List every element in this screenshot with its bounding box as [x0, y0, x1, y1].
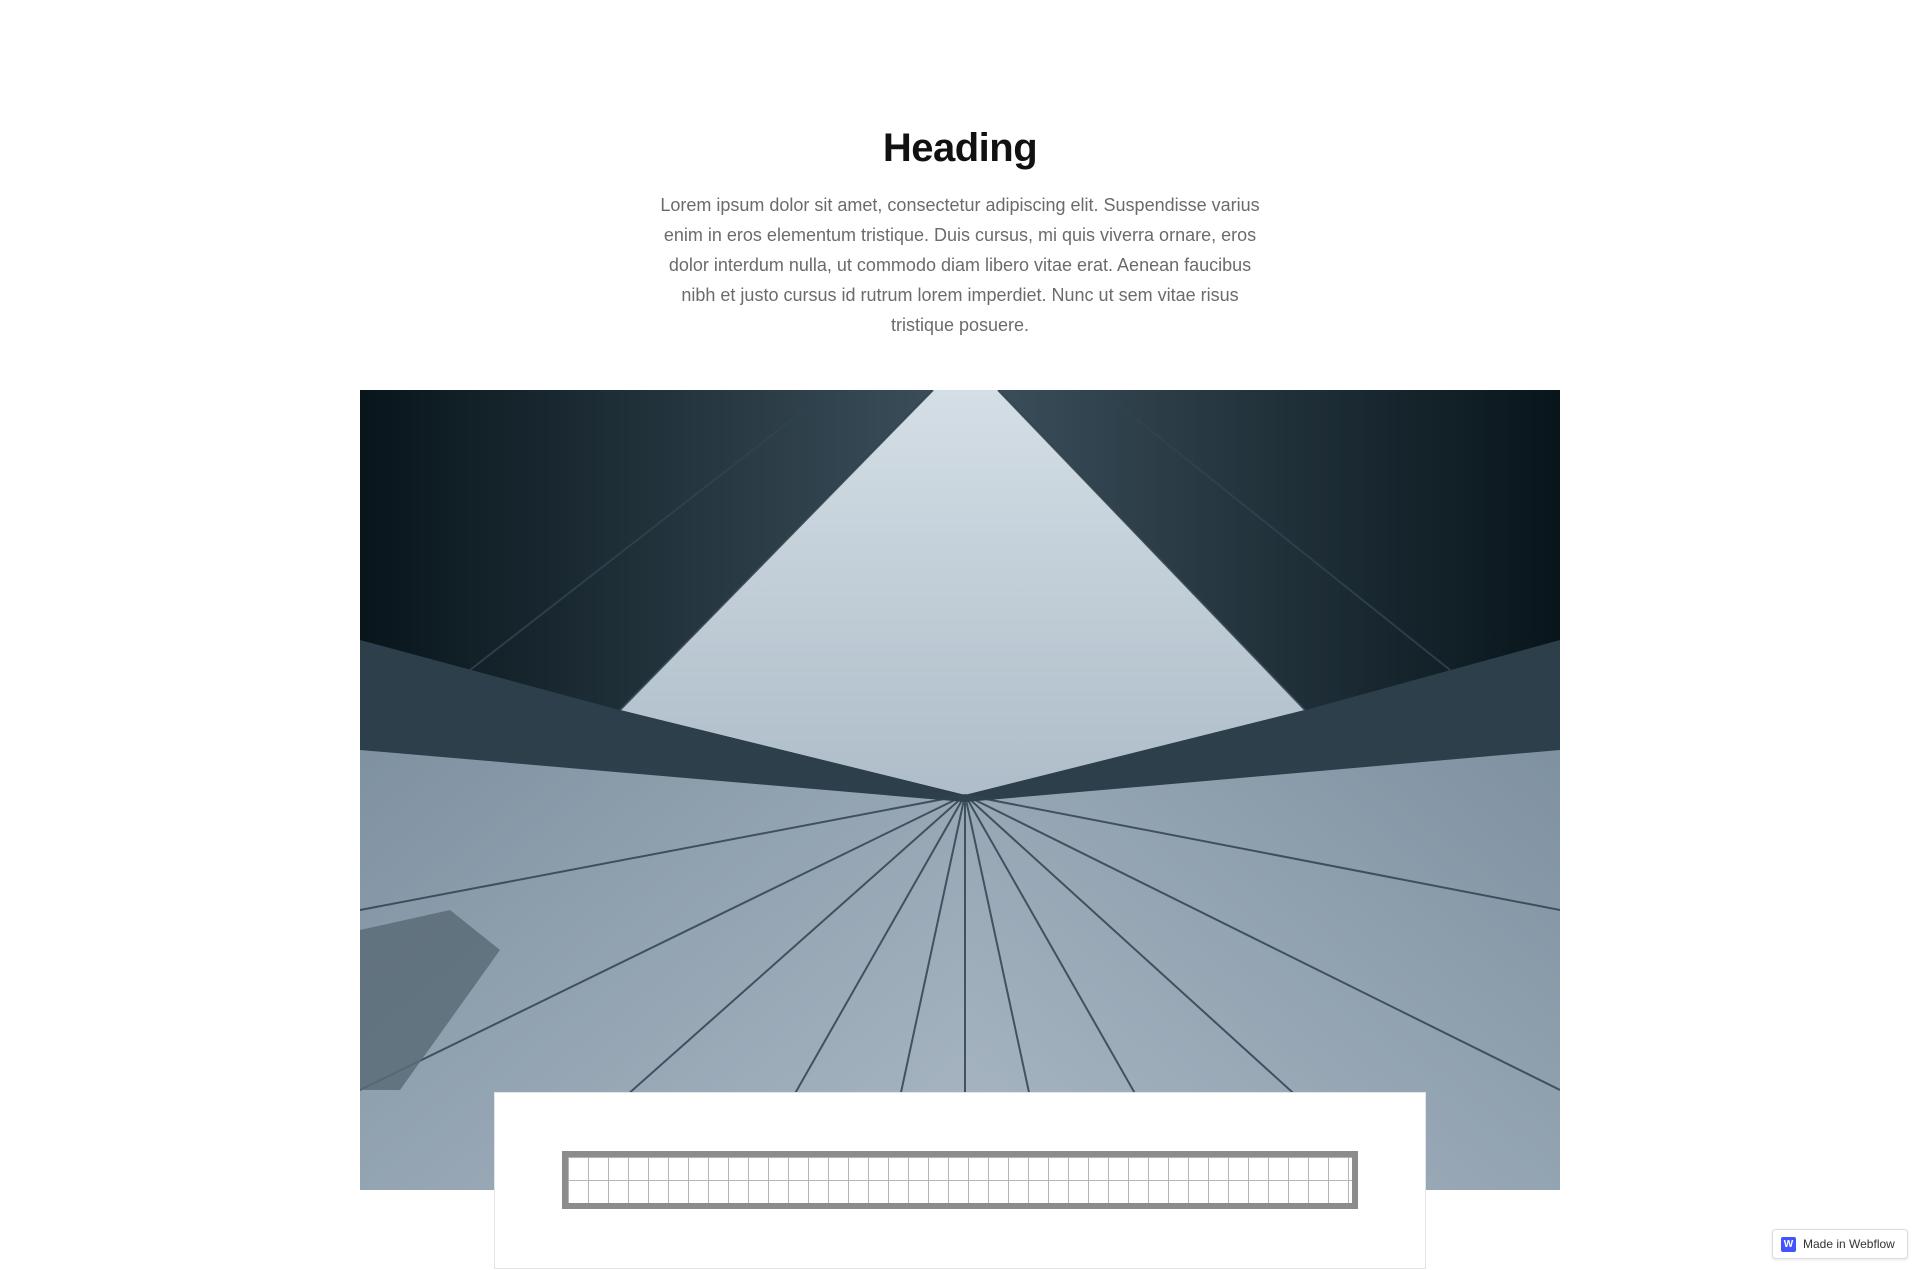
page-heading: Heading: [882, 126, 1038, 170]
hero-image: [360, 390, 1560, 1190]
intro-paragraph: Lorem ipsum dolor sit amet, consectetur …: [660, 195, 1260, 335]
overlay-card: [494, 1092, 1426, 1269]
made-in-webflow-badge[interactable]: W Made in Webflow: [1772, 1229, 1908, 1259]
grid-placeholder: [562, 1151, 1358, 1209]
badge-label: Made in Webflow: [1803, 1237, 1895, 1251]
skyscraper-photo-icon: [360, 390, 1560, 1190]
hero-header: Heading Lorem ipsum dolor sit amet, cons…: [0, 120, 1920, 340]
webflow-logo-icon: W: [1781, 1236, 1796, 1252]
